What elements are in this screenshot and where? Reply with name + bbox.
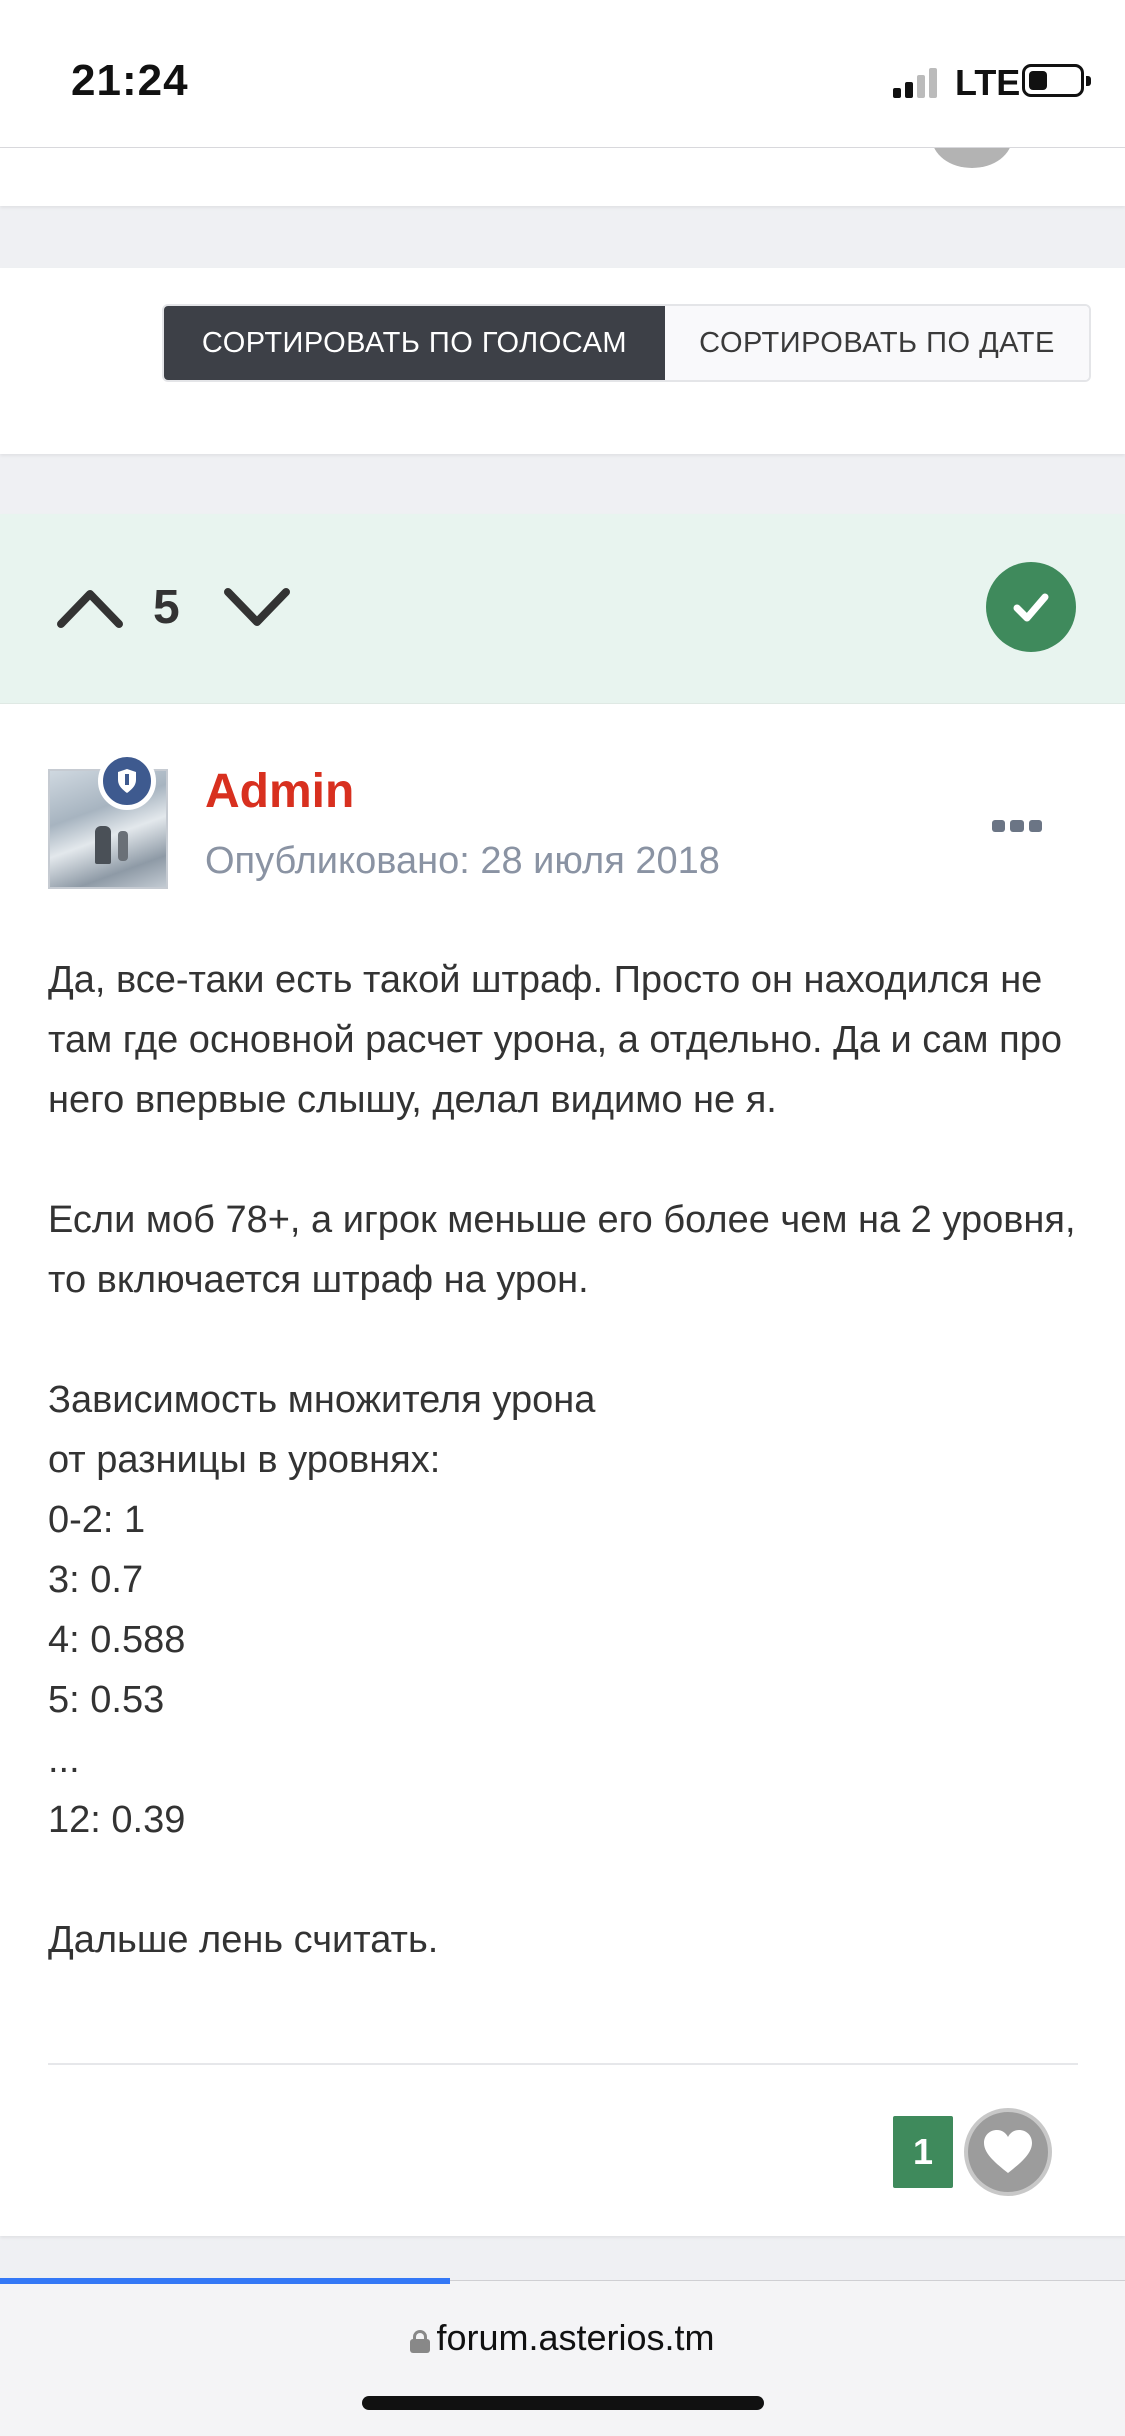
upvote-icon[interactable] (55, 584, 125, 630)
divider (48, 2063, 1078, 2065)
battery-nub (1086, 76, 1091, 86)
vote-bar: 5 (0, 514, 1125, 704)
network-type: LTE (955, 62, 1021, 103)
moderator-shield-icon (118, 769, 136, 793)
post-text-line: 5: 0.53 (48, 1679, 165, 1721)
battery-fill (1029, 71, 1047, 90)
lock-icon (410, 2330, 431, 2353)
moderator-badge (98, 752, 156, 810)
post-text-line: Дальше лень считать. (48, 1919, 439, 1961)
post-text-line: 4: 0.588 (48, 1619, 186, 1661)
post-text-line: от разницы в уровнях: (48, 1439, 441, 1481)
author-name[interactable]: Admin (205, 764, 354, 819)
avatar-figure-secondary (118, 831, 128, 861)
more-options-icon[interactable] (992, 816, 1042, 836)
accepted-check-icon (1013, 593, 1049, 622)
post-text-line: Да, все-таки есть такой штраф. Просто он… (48, 959, 1062, 1121)
sort-by-votes-button[interactable]: СОРТИРОВАТЬ ПО ГОЛОСАМ (164, 306, 665, 380)
home-indicator[interactable] (362, 2396, 764, 2410)
post-text-line: 3: 0.7 (48, 1559, 144, 1601)
downvote-icon[interactable] (222, 584, 292, 630)
page-load-progress (0, 2278, 450, 2284)
battery-icon (1022, 64, 1091, 97)
status-bar: 21:24 LTE (0, 0, 1125, 148)
url-text: forum.asterios.tm (436, 2317, 715, 2358)
browser-bottom-bar: forum.asterios.tm (0, 2278, 1125, 2436)
post-text-line: ... (48, 1739, 80, 1781)
avatar-figure (95, 826, 111, 864)
vote-count: 5 (153, 581, 180, 634)
answer-post: 5 Admin Опубликовано: 28 июля 2018 Да, в… (0, 514, 1125, 2236)
reaction-count[interactable]: 1 (893, 2116, 953, 2188)
post-text-line: Если моб 78+, а игрок меньше его более ч… (48, 1199, 1076, 1301)
heart-icon (984, 2130, 1032, 2173)
post-text-line: 0-2: 1 (48, 1499, 146, 1541)
accepted-answer-badge (986, 562, 1076, 652)
address-bar[interactable]: forum.asterios.tm (0, 2317, 1125, 2359)
post-text-line: 12: 0.39 (48, 1799, 186, 1841)
sort-by-date-button[interactable]: СОРТИРОВАТЬ ПО ДАТЕ (665, 306, 1089, 380)
post-content: Да, все-таки есть такой штраф. Просто он… (48, 950, 1078, 1970)
previous-post-card (0, 148, 1125, 206)
signal-icon (893, 68, 937, 98)
status-time: 21:24 (71, 56, 189, 105)
post-text-line: Зависимость множителя урона (48, 1379, 596, 1421)
publish-date: Опубликовано: 28 июля 2018 (205, 840, 720, 882)
partial-avatar (932, 148, 1012, 168)
like-button[interactable] (964, 2108, 1052, 2196)
more-dot (1028, 820, 1042, 832)
more-dot (992, 820, 1006, 832)
sort-panel: СОРТИРОВАТЬ ПО ГОЛОСАМ СОРТИРОВАТЬ ПО ДА… (0, 268, 1125, 454)
more-dot (1010, 820, 1024, 832)
sort-button-group: СОРТИРОВАТЬ ПО ГОЛОСАМ СОРТИРОВАТЬ ПО ДА… (162, 304, 1091, 382)
